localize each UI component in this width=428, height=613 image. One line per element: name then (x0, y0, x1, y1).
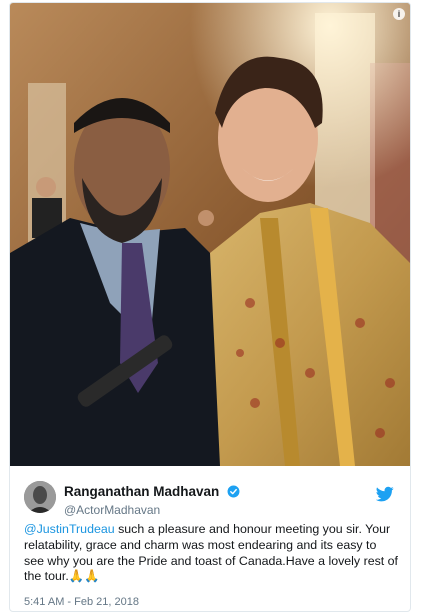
avatar[interactable] (24, 481, 56, 513)
tweet-card: i Ranganathan Madhavan @ActorMadhavan @J… (9, 2, 411, 612)
info-icon[interactable]: i (393, 8, 405, 20)
tweet-text: @JustinTrudeau such a pleasure and honou… (24, 522, 398, 585)
tweet-photo[interactable]: i (10, 3, 410, 466)
author-names: Ranganathan Madhavan @ActorMadhavan (64, 483, 240, 517)
mention-link[interactable]: @JustinTrudeau (24, 522, 115, 536)
twitter-bird-icon[interactable] (375, 485, 394, 503)
author-handle[interactable]: @ActorMadhavan (64, 503, 240, 517)
verified-badge-icon (227, 485, 240, 498)
author-display-name[interactable]: Ranganathan Madhavan (64, 484, 219, 499)
photo-illustration (10, 3, 410, 466)
tweet-timestamp[interactable]: 5:41 AM - Feb 21, 2018 (24, 596, 139, 608)
tweet-author[interactable]: Ranganathan Madhavan @ActorMadhavan (24, 481, 396, 517)
emoji: 🙏🙏 (68, 569, 100, 584)
